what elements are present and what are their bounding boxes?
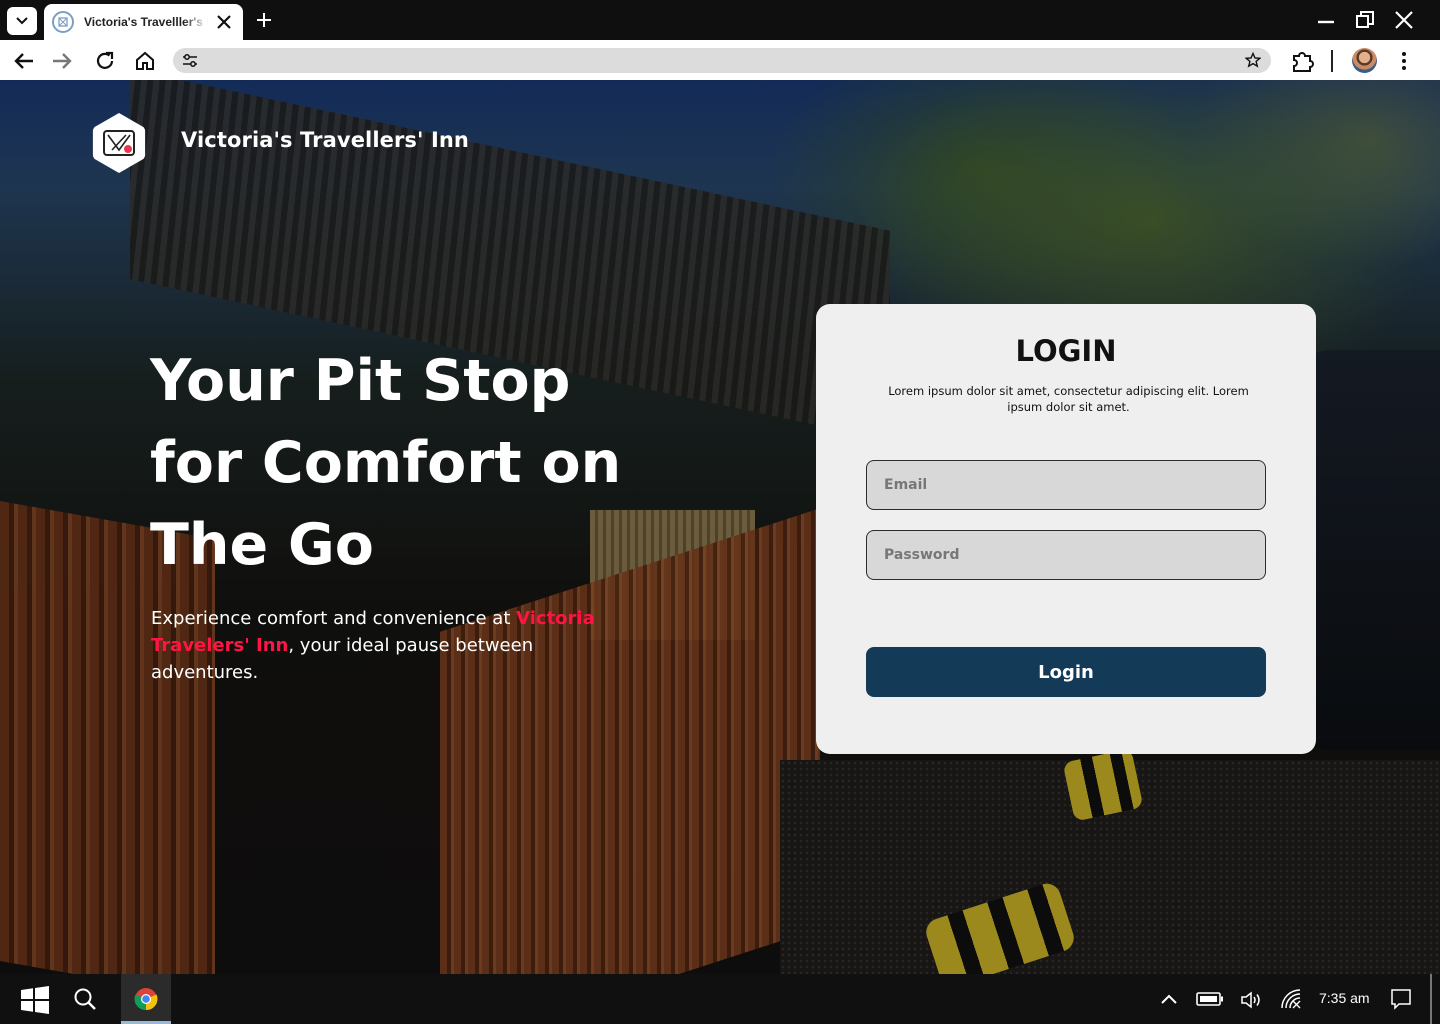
login-button[interactable]: Login [866,647,1266,697]
login-card: LOGIN Lorem ipsum dolor sit amet, consec… [816,304,1316,754]
browser-tab-bar: Victoria's Travelller's Inn [0,0,1440,40]
profile-avatar[interactable] [1352,48,1377,73]
address-bar[interactable] [173,48,1271,73]
new-tab-icon[interactable] [254,10,274,30]
hero-title: Your Pit Stop for Comfort on The Go [150,340,670,586]
taskbar-clock[interactable]: 7:35 am [1319,990,1370,1006]
bookmark-star-icon[interactable] [1245,52,1261,68]
login-title: LOGIN [1015,334,1117,368]
hero-subtitle-text: Experience comfort and convenience at [151,608,517,629]
home-icon[interactable] [133,49,157,73]
toolbar-divider [1331,50,1333,72]
battery-icon[interactable] [1196,991,1224,1007]
tab-title: Victoria's Travelller's Inn [84,15,208,29]
chrome-icon [134,988,158,1011]
extensions-icon[interactable] [1290,48,1316,74]
show-desktop-button[interactable] [1430,974,1432,1024]
minimize-icon[interactable] [1316,10,1336,30]
brand-name[interactable]: Victoria's Travellers' Inn [181,128,469,152]
hero-title-line: for Comfort on [150,430,622,496]
search-icon[interactable] [73,987,97,1011]
volume-icon[interactable] [1240,990,1262,1010]
email-field[interactable] [866,460,1266,510]
tab-list-icon[interactable] [7,7,37,35]
back-icon[interactable] [12,49,36,73]
restore-icon[interactable] [1355,10,1375,30]
hero-subtitle: Experience comfort and convenience at Vi… [151,605,621,686]
password-field[interactable] [866,530,1266,580]
hero-title-line: Your Pit Stop [150,348,571,414]
close-window-icon[interactable] [1394,10,1414,30]
chevron-up-icon[interactable] [1160,992,1178,1006]
notification-icon[interactable] [1390,988,1412,1010]
taskbar-chrome-button[interactable] [121,974,171,1024]
reload-icon[interactable] [93,49,117,73]
windows-start-icon[interactable] [20,985,50,1015]
site-favicon-icon [52,11,74,33]
network-icon[interactable] [1280,988,1302,1010]
windows-taskbar: 7:35 am [0,974,1440,1024]
tune-icon[interactable] [181,52,199,70]
forward-icon[interactable] [50,49,74,73]
login-description: Lorem ipsum dolor sit amet, consectetur … [888,384,1249,414]
browser-tab[interactable]: Victoria's Travelller's Inn [44,4,243,40]
menu-kebab-icon[interactable] [1396,50,1412,72]
hero-title-line: The Go [150,512,374,578]
close-tab-icon[interactable] [214,12,234,32]
page-viewport: Victoria's Travellers' Inn Your Pit Stop… [0,80,1440,974]
